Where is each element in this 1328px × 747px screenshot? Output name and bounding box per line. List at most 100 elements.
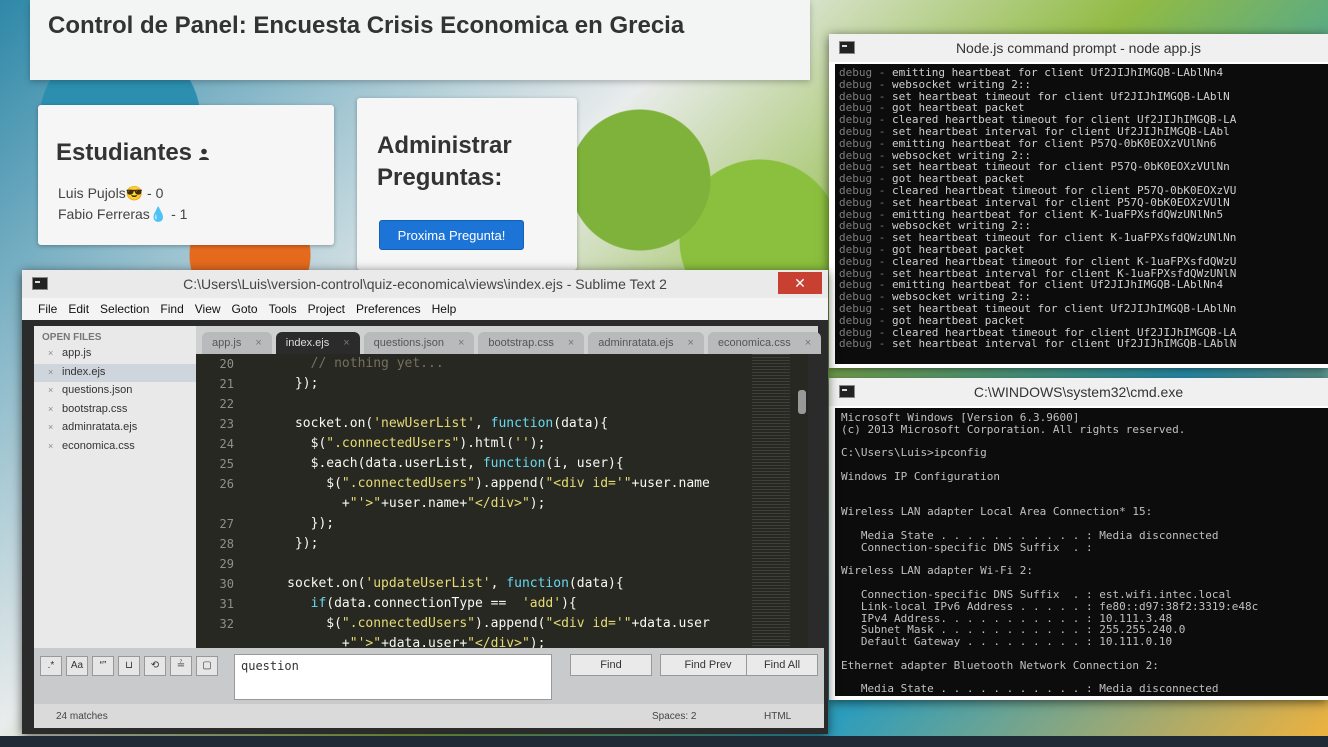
line-number: 23: [219, 417, 234, 431]
menu-edit[interactable]: Edit: [68, 302, 89, 316]
tab-close-icon[interactable]: ×: [568, 332, 574, 354]
students-panel: Estudiantes Luis Pujols😎 - 0 Fabio Ferre…: [38, 105, 334, 245]
line-number: 22: [219, 397, 234, 411]
line-number: [196, 634, 234, 648]
next-question-button[interactable]: Proxima Pregunta!: [379, 220, 524, 250]
find-button[interactable]: Find: [570, 654, 652, 676]
menu-view[interactable]: View: [195, 302, 221, 316]
wrap-toggle-icon[interactable]: ⟲: [144, 656, 166, 676]
menu-find[interactable]: Find: [160, 302, 183, 316]
tab-app-js[interactable]: app.js ×: [202, 332, 272, 354]
tab-close-icon[interactable]: ×: [688, 332, 694, 354]
console-line: Wireless LAN adapter Local Area Connecti…: [841, 505, 1153, 519]
line-number-gutter: 20 21 22 23 24 25 26 27 28 29 30 31 32 3…: [196, 354, 234, 648]
cmd-window-titlebar[interactable]: C:\WINDOWS\system32\cmd.exe: [829, 378, 1328, 406]
code-editor[interactable]: 20 21 22 23 24 25 26 27 28 29 30 31 32 3…: [196, 354, 808, 648]
sidebar-item-app-js[interactable]: × app.js: [34, 345, 196, 364]
case-sensitive-toggle-icon[interactable]: Aa: [66, 656, 88, 676]
tab-questions-json[interactable]: questions.json ×: [363, 332, 475, 354]
tab-index-ejs[interactable]: index.ejs ×: [275, 332, 360, 354]
console-line: Connection-specific DNS Suffix . :: [841, 540, 1093, 554]
node-window-titlebar[interactable]: Node.js command prompt - node app.js: [829, 34, 1328, 62]
tab-close-icon[interactable]: ×: [458, 332, 464, 354]
close-file-icon[interactable]: ×: [48, 385, 56, 395]
tab-economica-css[interactable]: economica.css ×: [707, 332, 822, 354]
find-input[interactable]: question: [234, 654, 552, 700]
tab-close-icon[interactable]: ×: [805, 332, 811, 354]
console-line: (c) 2013 Microsoft Corporation. All righ…: [841, 422, 1186, 436]
code-text[interactable]: // nothing yet... }); socket.on('newUser…: [248, 354, 748, 648]
find-prev-button[interactable]: Find Prev: [660, 654, 756, 676]
sidebar-item-bootstrap-css[interactable]: × bootstrap.css: [34, 401, 196, 420]
menu-project[interactable]: Project: [308, 302, 345, 316]
code-line: if(data.connectionType == 'add'){: [310, 596, 577, 611]
menu-bar: File Edit Selection Find View Goto Tools…: [22, 298, 828, 320]
node-console-output: debug - emitting heartbeat for client Uf…: [835, 64, 1328, 364]
minimap[interactable]: [752, 354, 790, 648]
sidebar-item-adminratata-ejs[interactable]: × adminratata.ejs: [34, 419, 196, 438]
cmd-window-title: C:\WINDOWS\system32\cmd.exe: [973, 384, 1184, 400]
console-line: Connection-specific DNS Suffix . : est.w…: [841, 587, 1232, 601]
code-line: $.each(data.userList, function(i, user){: [248, 456, 624, 471]
sidebar-item-index-ejs[interactable]: × index.ejs: [34, 363, 196, 382]
sidebar-item-questions-json[interactable]: × questions.json: [34, 382, 196, 401]
node-window-title: Node.js command prompt - node app.js: [955, 40, 1202, 56]
sidebar: OPEN FILES × app.js × index.ejs × questions…: [34, 326, 196, 654]
close-file-icon[interactable]: ×: [48, 441, 56, 451]
node-command-prompt-window[interactable]: Node.js command prompt - node app.js deb…: [829, 34, 1328, 368]
in-selection-toggle-icon[interactable]: ≟: [170, 656, 192, 676]
cmd-console-output: Microsoft Windows [Version 6.3.9600] (c) …: [835, 408, 1328, 696]
tab-adminratata-ejs[interactable]: adminratata.ejs ×: [588, 332, 704, 354]
admin-questions-panel: Administrar Preguntas: Proxima Pregunta!: [357, 98, 577, 270]
close-button[interactable]: ✕: [778, 272, 822, 294]
console-line: Link-local IPv6 Address . . . . . : fe80…: [841, 599, 1259, 613]
whole-word-toggle-icon[interactable]: “”: [92, 656, 114, 676]
highlight-matches-toggle-icon[interactable]: ▢: [196, 656, 218, 676]
menu-goto[interactable]: Goto: [232, 302, 258, 316]
menu-file[interactable]: File: [38, 302, 57, 316]
find-all-button[interactable]: Find All: [746, 654, 818, 676]
sublime-titlebar[interactable]: C:\Users\Luis\version-control\quiz-econo…: [22, 270, 828, 298]
cmd-window[interactable]: C:\WINDOWS\system32\cmd.exe Microsoft Wi…: [829, 378, 1328, 700]
tab-close-icon[interactable]: ×: [255, 332, 261, 354]
reverse-toggle-icon[interactable]: ⊔: [118, 656, 140, 676]
console-line: Connection-specific DNS Suffix . :: [841, 695, 1322, 696]
console-line: Default Gateway . . . . . . . . . : 10.1…: [841, 635, 1173, 649]
admin-heading: Administrar Preguntas:: [377, 132, 512, 191]
line-number: 27: [219, 517, 234, 531]
code-line: $(".connectedUsers").html('');: [248, 436, 546, 451]
page-title: Control de Panel: Encuesta Crisis Econom…: [48, 12, 685, 39]
close-file-icon[interactable]: ×: [48, 422, 56, 432]
menu-selection[interactable]: Selection: [100, 302, 149, 316]
sidebar-item-economica-css[interactable]: × economica.css: [34, 438, 196, 457]
status-indentation[interactable]: Spaces: 2: [652, 711, 696, 722]
code-line: socket.on('updateUserList', function(dat…: [248, 576, 624, 591]
regex-toggle-icon[interactable]: .*: [40, 656, 62, 676]
status-bar: 24 matches Spaces: 2 HTML: [34, 704, 824, 728]
page-header: Control de Panel: Encuesta Crisis Econom…: [30, 0, 810, 80]
status-syntax[interactable]: HTML: [764, 711, 791, 722]
student-entry: Fabio Ferreras💧 - 1: [58, 206, 188, 222]
line-number: 21: [219, 377, 234, 391]
close-file-icon[interactable]: ×: [48, 367, 56, 377]
menu-preferences[interactable]: Preferences: [356, 302, 421, 316]
code-line: $(".connectedUsers").append("<div id='"+…: [248, 616, 710, 631]
console-icon: [839, 41, 855, 54]
console-line: Windows IP Configuration: [841, 469, 1000, 483]
line-number: 32: [219, 617, 234, 631]
sublime-text-window[interactable]: C:\Users\Luis\version-control\quiz-econo…: [22, 270, 828, 734]
menu-help[interactable]: Help: [432, 302, 457, 316]
close-file-icon[interactable]: ×: [48, 348, 56, 358]
menu-tools[interactable]: Tools: [269, 302, 297, 316]
tab-bootstrap-css[interactable]: bootstrap.css ×: [478, 332, 585, 354]
tab-close-icon[interactable]: ×: [343, 332, 349, 354]
editor-scrollbar[interactable]: [798, 390, 806, 414]
code-line: +"'>"+user.name+"</div>");: [248, 496, 546, 511]
user-icon: [199, 148, 210, 160]
line-number: 28: [219, 537, 234, 551]
code-line: +"'>"+data.user+"</div>");: [248, 636, 546, 648]
close-file-icon[interactable]: ×: [48, 404, 56, 414]
line-number: 30: [219, 577, 234, 591]
